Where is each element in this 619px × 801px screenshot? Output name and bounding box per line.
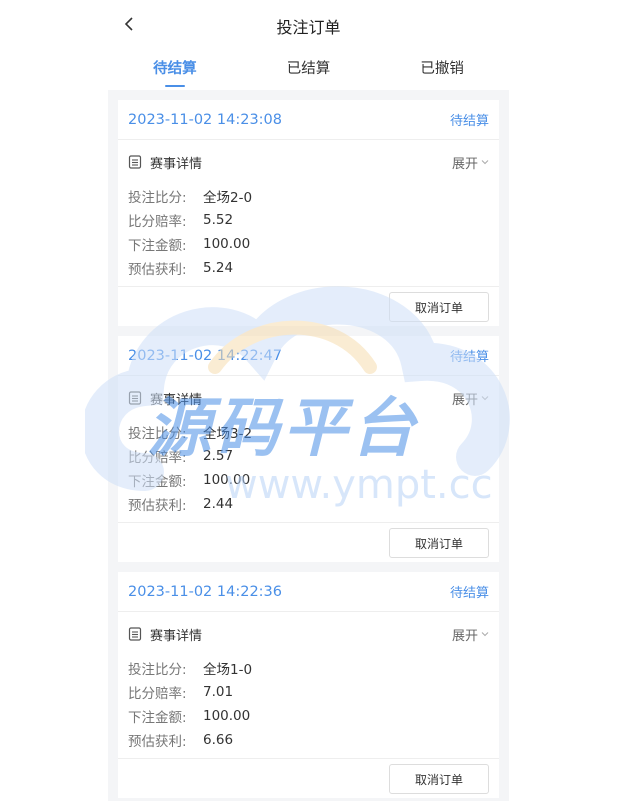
info-label: 下注金额: <box>128 238 187 254</box>
order-tabs: 待结算 已结算 已撤销 <box>108 50 509 90</box>
info-value: 全场2-0 <box>203 190 253 206</box>
info-row-score: 投注比分: 全场2-0 <box>128 184 489 208</box>
tab-label: 待结算 <box>153 61 197 77</box>
info-row-profit: 预估获利: 6.66 <box>128 728 489 752</box>
order-footer: 取消订单 <box>118 286 499 326</box>
info-label: 预估获利: <box>128 498 187 514</box>
document-icon <box>128 155 142 169</box>
cancel-order-button[interactable]: 取消订单 <box>389 292 489 322</box>
chevron-down-icon <box>481 160 489 165</box>
expand-label: 展开 <box>451 628 478 644</box>
chevron-down-icon <box>481 632 489 637</box>
match-detail-title: 赛事详情 <box>150 628 203 644</box>
tab-pending[interactable]: 待结算 <box>108 50 242 90</box>
order-info: 投注比分: 全场2-0 比分赔率: 5.52 下注金额: 100.00 预估获利… <box>118 184 499 280</box>
info-label: 投注比分: <box>128 190 187 206</box>
order-card: 2023-11-02 14:23:08 待结算 赛事详情 展开 投注比分: 全场… <box>118 100 499 326</box>
info-value: 6.66 <box>203 732 234 748</box>
info-row-odds: 比分赔率: 5.52 <box>128 208 489 232</box>
tab-label: 已结算 <box>286 61 331 77</box>
info-row-odds: 比分赔率: 2.57 <box>128 444 489 468</box>
tab-label: 已撤销 <box>420 61 464 77</box>
expand-label: 展开 <box>451 156 478 172</box>
order-time: 2023-11-02 14:23:08 <box>128 111 282 128</box>
cancel-order-button[interactable]: 取消订单 <box>389 528 489 558</box>
cancel-order-button[interactable]: 取消订单 <box>389 764 489 794</box>
info-row-amount: 下注金额: 100.00 <box>128 704 489 728</box>
chevron-down-icon <box>481 396 489 401</box>
tab-settled[interactable]: 已结算 <box>242 50 376 90</box>
app-screen: 投注订单 待结算 已结算 已撤销 2023-11-02 14:23:08 待结算 <box>108 0 509 801</box>
match-detail-row: 赛事详情 展开 <box>118 376 499 420</box>
info-row-odds: 比分赔率: 7.01 <box>128 680 489 704</box>
info-label: 下注金额: <box>128 474 187 490</box>
info-row-profit: 预估获利: 5.24 <box>128 256 489 280</box>
info-value: 5.52 <box>203 212 234 228</box>
order-footer: 取消订单 <box>118 522 499 562</box>
order-time: 2023-11-02 14:22:47 <box>128 347 282 364</box>
info-row-profit: 预估获利: 2.44 <box>128 492 489 516</box>
match-detail-row: 赛事详情 展开 <box>118 140 499 184</box>
match-detail-row: 赛事详情 展开 <box>118 612 499 656</box>
order-status: 待结算 <box>449 350 489 365</box>
expand-label: 展开 <box>451 392 478 408</box>
info-value: 2.57 <box>203 448 234 464</box>
info-value: 2.44 <box>203 496 234 512</box>
match-detail-title: 赛事详情 <box>150 156 203 172</box>
order-status: 待结算 <box>449 586 489 601</box>
document-icon <box>128 627 142 641</box>
info-row-score: 投注比分: 全场3-2 <box>128 420 489 444</box>
match-detail-title: 赛事详情 <box>150 392 203 408</box>
expand-toggle[interactable]: 展开 <box>452 389 489 408</box>
info-label: 投注比分: <box>128 426 187 442</box>
order-time: 2023-11-02 14:22:36 <box>128 583 282 600</box>
tab-active-indicator <box>164 85 185 87</box>
info-label: 预估获利: <box>128 262 187 278</box>
info-label: 预估获利: <box>128 734 187 750</box>
info-row-amount: 下注金额: 100.00 <box>128 232 489 256</box>
tab-cancelled[interactable]: 已撤销 <box>375 50 509 90</box>
expand-toggle[interactable]: 展开 <box>452 153 489 172</box>
page-title: 投注订单 <box>276 18 341 37</box>
expand-toggle[interactable]: 展开 <box>452 625 489 644</box>
info-label: 比分赔率: <box>128 214 187 230</box>
info-value: 7.01 <box>203 684 234 700</box>
order-status: 待结算 <box>449 114 489 129</box>
info-value: 5.24 <box>203 260 234 276</box>
info-value: 全场3-2 <box>203 426 253 442</box>
info-value: 100.00 <box>203 236 251 252</box>
info-label: 投注比分: <box>128 662 187 678</box>
info-value: 全场1-0 <box>203 662 253 678</box>
info-label: 下注金额: <box>128 710 187 726</box>
order-footer: 取消订单 <box>118 758 499 798</box>
info-row-score: 投注比分: 全场1-0 <box>128 656 489 680</box>
nav-bar: 投注订单 <box>108 0 509 50</box>
info-row-amount: 下注金额: 100.00 <box>128 468 489 492</box>
info-value: 100.00 <box>203 472 251 488</box>
order-card: 2023-11-02 14:22:47 待结算 赛事详情 展开 投注比分: 全场… <box>118 336 499 562</box>
info-label: 比分赔率: <box>128 686 187 702</box>
order-info: 投注比分: 全场3-2 比分赔率: 2.57 下注金额: 100.00 预估获利… <box>118 420 499 516</box>
info-label: 比分赔率: <box>128 450 187 466</box>
document-icon <box>128 391 142 405</box>
order-card: 2023-11-02 14:22:36 待结算 赛事详情 展开 投注比分: 全场… <box>118 572 499 798</box>
info-value: 100.00 <box>203 708 251 724</box>
order-list: 2023-11-02 14:23:08 待结算 赛事详情 展开 投注比分: 全场… <box>118 100 499 801</box>
order-header: 2023-11-02 14:22:47 待结算 <box>118 336 499 376</box>
order-header: 2023-11-02 14:22:36 待结算 <box>118 572 499 612</box>
order-info: 投注比分: 全场1-0 比分赔率: 7.01 下注金额: 100.00 预估获利… <box>118 656 499 752</box>
order-header: 2023-11-02 14:23:08 待结算 <box>118 100 499 140</box>
